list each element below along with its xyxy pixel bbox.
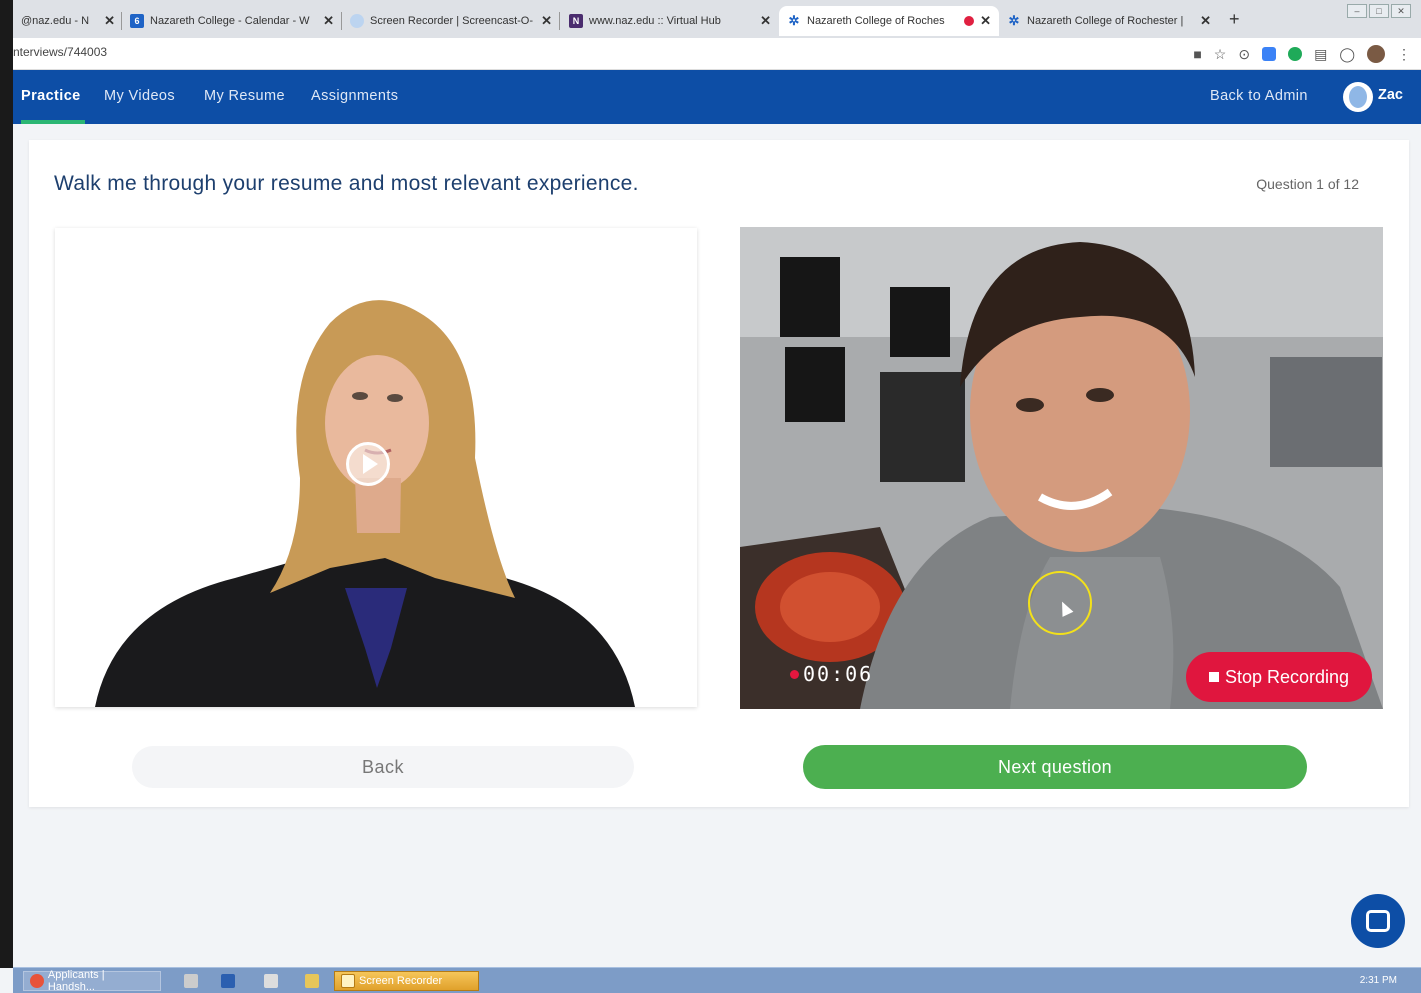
extension-icon[interactable]: ◯ (1339, 46, 1355, 63)
question-text: Walk me through your resume and most rel… (54, 172, 639, 195)
extension-icon[interactable] (1262, 47, 1277, 61)
play-circle-icon[interactable]: ⊙ (1238, 46, 1250, 63)
stop-recording-label: Stop Recording (1224, 666, 1350, 687)
word-icon (221, 974, 235, 988)
gear-icon: ✲ (788, 13, 800, 28)
calculator-icon (264, 974, 278, 988)
browser-tab[interactable]: 6 Nazareth College - Calendar - W ✕ (122, 6, 342, 36)
calendar-icon: 6 (130, 14, 144, 28)
maximize-icon[interactable]: □ (1369, 4, 1389, 18)
user-icon (1349, 86, 1367, 108)
close-window-icon[interactable]: ✕ (1391, 4, 1411, 18)
profile-avatar[interactable] (1367, 45, 1385, 63)
question-counter: Question 1 of 12 (1256, 176, 1359, 192)
close-icon[interactable]: ✕ (1200, 13, 1211, 29)
star-icon[interactable]: ☆ (1214, 46, 1227, 63)
timer-value: 00:06 (803, 662, 874, 686)
tab-divider (559, 12, 560, 30)
tab-label: Nazareth College - Calendar - W (150, 15, 310, 27)
browser-tab[interactable]: Screen Recorder | Screencast-O- ✕ (342, 6, 560, 36)
extension-icon[interactable]: ▤ (1314, 46, 1327, 63)
taskbar-item-calculator[interactable] (258, 971, 284, 991)
interviewer-video[interactable] (55, 228, 697, 707)
gear-icon: ✲ (1008, 13, 1020, 28)
window-left-edge (0, 38, 13, 968)
recording-dot-icon (790, 669, 799, 679)
browser-tab[interactable]: @naz.edu - N ✕ (13, 6, 123, 36)
chat-icon (1366, 910, 1390, 932)
window-controls: – □ ✕ (1347, 4, 1411, 18)
stop-icon (1208, 672, 1219, 682)
url-field[interactable]: nterviews/744003 (13, 45, 107, 59)
tab-label: www.naz.edu :: Virtual Hub (589, 15, 721, 27)
nav-my-resume[interactable]: My Resume (204, 88, 285, 104)
taskbar-item-word[interactable] (215, 971, 241, 991)
chrome-icon (30, 974, 44, 988)
taskbar-item-app[interactable] (178, 971, 204, 991)
virtual-hub-icon: N (569, 14, 583, 28)
os-taskbar: Applicants | Handsh... Screen Recorder 2… (13, 967, 1421, 993)
browser-tab-strip: @naz.edu - N ✕ 6 Nazareth College - Cale… (0, 0, 1421, 38)
folder-icon (305, 974, 319, 988)
webcam-video[interactable]: 00:06 Stop Recording (740, 227, 1383, 709)
taskbar-item-label: Screen Recorder (359, 975, 443, 987)
menu-icon[interactable]: ⋮ (1397, 46, 1411, 63)
recording-timer: 00:06 (790, 662, 873, 686)
close-icon[interactable]: ✕ (541, 13, 552, 29)
app-nav-bar: Practice My Videos My Resume Assignments… (13, 70, 1421, 124)
tab-label: Screen Recorder | Screencast-O- (370, 15, 534, 27)
extension-icon[interactable] (1288, 47, 1303, 61)
active-tab-indicator (21, 120, 85, 124)
close-icon[interactable]: ✕ (980, 13, 991, 29)
extension-toolbar: ■ ☆ ⊙ ▤ ◯ ⋮ (1193, 43, 1411, 65)
taskbar-item-applicants[interactable]: Applicants | Handsh... (23, 969, 161, 993)
tab-label: @naz.edu - N (21, 15, 90, 27)
close-icon[interactable]: ✕ (323, 13, 334, 29)
browser-tab-active[interactable]: ✲ Nazareth College of Roches ✕ (779, 6, 999, 36)
taskbar-item-screen-recorder[interactable]: Screen Recorder (334, 971, 479, 991)
close-icon[interactable]: ✕ (104, 13, 115, 29)
tab-label: Nazareth College of Rochester | (1027, 15, 1184, 27)
play-button[interactable] (346, 442, 390, 486)
nav-practice[interactable]: Practice (21, 88, 81, 104)
camera-icon[interactable]: ■ (1193, 46, 1201, 62)
nav-assignments[interactable]: Assignments (311, 88, 398, 104)
taskbar-item-explorer[interactable] (299, 971, 325, 991)
new-tab-button[interactable]: + (1229, 9, 1240, 30)
minimize-icon[interactable]: – (1347, 4, 1367, 18)
next-question-button[interactable]: Next question (803, 745, 1307, 789)
back-button[interactable]: Back (132, 746, 634, 788)
screen-recorder-icon (350, 14, 364, 28)
webcam-image (740, 227, 1383, 709)
user-name[interactable]: Zac (1378, 87, 1403, 103)
app-icon (184, 974, 198, 988)
nav-my-videos[interactable]: My Videos (104, 88, 175, 104)
close-icon[interactable]: ✕ (760, 13, 771, 29)
address-bar: nterviews/744003 ■ ☆ ⊙ ▤ ◯ ⋮ (13, 38, 1421, 70)
recording-indicator-icon (964, 16, 975, 26)
interview-card: Walk me through your resume and most rel… (29, 140, 1409, 807)
browser-tab[interactable]: ✲ Nazareth College of Rochester | ✕ (999, 6, 1219, 36)
taskbar-item-label: Applicants | Handsh... (47, 969, 105, 993)
tab-label: Nazareth College of Roches (807, 15, 945, 27)
browser-tab[interactable]: N www.naz.edu :: Virtual Hub ✕ (561, 6, 779, 36)
stop-recording-button[interactable]: Stop Recording (1186, 652, 1372, 702)
avatar[interactable] (1343, 82, 1373, 112)
system-clock: 2:31 PM (1359, 975, 1397, 986)
screen-recorder-icon (341, 974, 355, 988)
chat-launcher-button[interactable] (1351, 894, 1405, 948)
back-to-admin-link[interactable]: Back to Admin (1210, 88, 1308, 104)
